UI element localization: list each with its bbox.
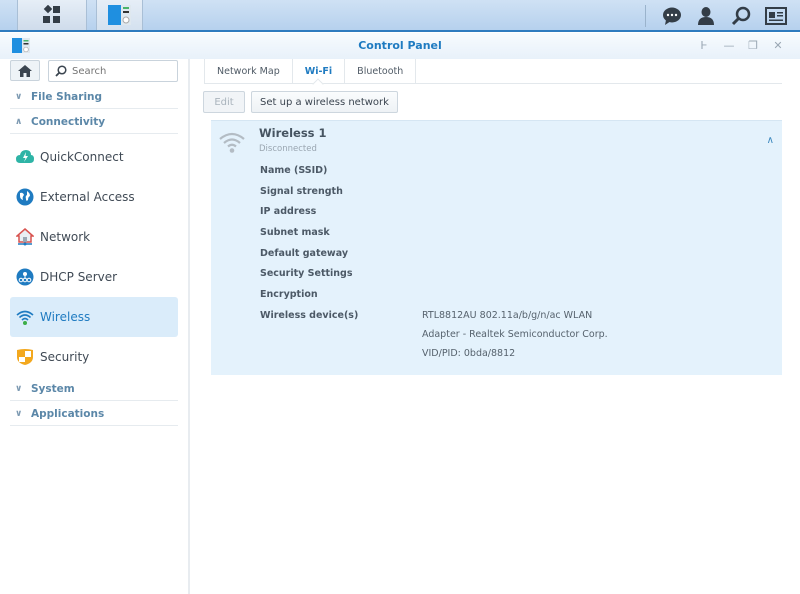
wifi-icon xyxy=(15,307,35,327)
search-icon xyxy=(55,65,67,77)
chevron-down-icon: ∨ xyxy=(15,91,23,102)
notifications-button[interactable] xyxy=(661,5,683,27)
sidebar-item-label: Wireless xyxy=(40,310,91,324)
widgets-button[interactable] xyxy=(765,5,787,27)
group-connectivity[interactable]: ∧ Connectivity xyxy=(10,110,178,134)
pin-button[interactable]: Ⱶ xyxy=(697,39,711,53)
sidebar-item-quickconnect[interactable]: QuickConnect xyxy=(10,137,178,177)
close-icon: ✕ xyxy=(773,39,783,52)
field-label: Wireless device(s) xyxy=(260,310,359,321)
tab-network-map[interactable]: Network Map xyxy=(204,59,293,83)
restore-icon: ❐ xyxy=(748,39,758,52)
edit-button[interactable]: Edit xyxy=(203,91,245,113)
field-label: Default gateway xyxy=(260,248,349,259)
quickconnect-icon xyxy=(15,147,35,167)
taskbar-separator xyxy=(645,5,646,27)
collapse-button[interactable]: ∧ xyxy=(767,135,774,146)
chevron-up-icon: ∧ xyxy=(766,135,774,146)
grid-icon xyxy=(43,5,60,23)
taskbar-control-panel-button[interactable] xyxy=(96,0,143,30)
wireless-device-value-line: VID/PID: 0bda/8812 xyxy=(422,348,516,359)
close-button[interactable]: ✕ xyxy=(771,39,785,53)
sidebar: ∨ File Sharing ∧ Connectivity QuickConne… xyxy=(0,59,190,594)
sidebar-item-security[interactable]: Security xyxy=(10,337,178,377)
home-button[interactable] xyxy=(10,60,40,81)
sidebar-item-label: Security xyxy=(40,350,90,364)
setup-wireless-network-button[interactable]: Set up a wireless network xyxy=(251,91,398,113)
search-field[interactable] xyxy=(48,60,178,82)
home-icon xyxy=(18,64,32,77)
chat-icon xyxy=(663,7,681,25)
dhcp-icon xyxy=(15,267,35,287)
minimize-icon: — xyxy=(723,39,735,52)
group-system[interactable]: ∨ System xyxy=(10,377,178,401)
user-icon xyxy=(698,7,714,25)
control-panel-icon xyxy=(107,5,131,25)
field-label: Subnet mask xyxy=(260,227,330,238)
sidebar-item-wireless[interactable]: Wireless xyxy=(10,297,178,337)
field-label: Signal strength xyxy=(260,186,343,197)
group-label: File Sharing xyxy=(31,90,103,103)
tab-bar: Network Map Wi-Fi Bluetooth xyxy=(204,59,782,84)
sidebar-item-label: QuickConnect xyxy=(40,150,124,164)
sidebar-item-network[interactable]: Network xyxy=(10,217,178,257)
restore-button[interactable]: ❐ xyxy=(746,39,760,53)
search-button[interactable] xyxy=(730,5,752,27)
search-icon xyxy=(731,6,751,26)
sidebar-item-label: DHCP Server xyxy=(40,270,118,284)
group-file-sharing[interactable]: ∨ File Sharing xyxy=(10,85,178,109)
main-menu-button[interactable] xyxy=(17,0,87,30)
group-applications[interactable]: ∨ Applications xyxy=(10,402,178,426)
user-button[interactable] xyxy=(695,5,717,27)
field-label: Name (SSID) xyxy=(260,165,328,176)
search-input[interactable] xyxy=(72,65,172,77)
group-label: Connectivity xyxy=(31,115,106,128)
chevron-down-icon: ∨ xyxy=(15,408,23,419)
group-label: Applications xyxy=(31,407,105,420)
wireless-interface-panel: Wireless 1 Disconnected ∧ Name (SSID) Si… xyxy=(211,120,782,375)
chevron-up-icon: ∧ xyxy=(15,116,23,127)
window-title: Control Panel xyxy=(358,39,442,52)
wireless-device-value-line: RTL8812AU 802.11a/b/g/n/ac WLAN xyxy=(422,310,593,321)
field-label: IP address xyxy=(260,206,317,217)
interface-name: Wireless 1 xyxy=(259,126,327,140)
pin-icon: Ⱶ xyxy=(700,39,708,52)
globe-icon xyxy=(15,187,35,207)
wifi-disconnected-icon xyxy=(219,132,245,153)
group-label: System xyxy=(31,382,75,395)
sidebar-item-external-access[interactable]: External Access xyxy=(10,177,178,217)
tab-bluetooth[interactable]: Bluetooth xyxy=(345,59,417,83)
field-label: Encryption xyxy=(260,289,318,300)
shield-icon xyxy=(15,347,35,367)
field-label: Security Settings xyxy=(260,268,353,279)
sidebar-item-label: Network xyxy=(40,230,91,244)
network-house-icon xyxy=(15,227,35,247)
widgets-icon xyxy=(765,7,787,25)
chevron-down-icon: ∨ xyxy=(15,383,23,394)
tab-wifi[interactable]: Wi-Fi xyxy=(293,59,346,83)
minimize-button[interactable]: — xyxy=(722,39,736,53)
taskbar xyxy=(0,0,800,32)
interface-status: Disconnected xyxy=(259,144,317,154)
sidebar-item-label: External Access xyxy=(40,190,135,204)
main-content: Network Map Wi-Fi Bluetooth Edit Set up … xyxy=(192,59,800,594)
sidebar-item-dhcp-server[interactable]: DHCP Server xyxy=(10,257,178,297)
wireless-device-value-line: Adapter - Realtek Semiconductor Corp. xyxy=(422,329,608,340)
window-titlebar[interactable]: Control Panel Ⱶ — ❐ ✕ xyxy=(0,33,800,59)
